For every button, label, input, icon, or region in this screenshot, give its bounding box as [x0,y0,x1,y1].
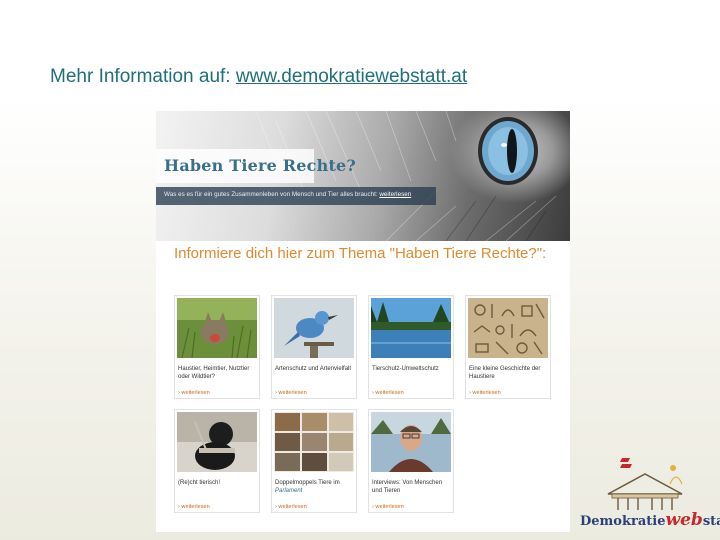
dog-image [177,412,257,472]
tile-read-more[interactable]: › weiterlesen [372,390,404,396]
website-screenshot: Haben Tiere Rechte? Was es es für ein gu… [156,111,570,532]
topic-grid: Haustier, Heimtier, Nutztier oder Wildti… [174,295,558,525]
hero-info-text: Was es es für ein gutes Zusammenleben vo… [164,191,411,198]
topic-tile-law[interactable]: (Re)cht tierisch! › weiterlesen [174,409,260,513]
cat-image [177,298,257,358]
man-portrait-image [371,412,451,472]
topic-tile-interviews[interactable]: Interviews: Von Menschen und Tieren › we… [368,409,454,513]
tile-caption-text: Doppelmoppels Tiere im [275,480,340,486]
bird-image [274,298,354,358]
tile-read-more[interactable]: › weiterlesen [178,390,210,396]
tile-caption: Doppelmoppels Tiere im Parlament [275,480,355,495]
tile-caption: Eine kleine Geschichte der Haustiere [469,366,541,380]
tile-read-more[interactable]: › weiterlesen [275,504,307,510]
topic-tile-history[interactable]: Eine kleine Geschichte der Haustiere › w… [465,295,551,399]
parliament-statues-image [274,412,354,472]
tile-caption: (Re)cht tierisch! [178,480,221,486]
tile-caption: Artenschutz und Artenvielfalt [275,366,352,372]
tile-caption: Tierschutz-Umweltschutz [372,366,439,372]
tile-caption: Interviews: Von Menschen und Tieren [372,480,443,494]
hero-read-more-link[interactable]: weiterlesen [379,191,411,198]
tile-read-more[interactable]: › weiterlesen [469,390,501,396]
topic-tile-parliament[interactable]: Doppelmoppels Tiere im Parlament › weite… [271,409,357,513]
logo-part-1: Demokratie [580,514,666,529]
lake-image [371,298,451,358]
topic-tile-pets[interactable]: Haustier, Heimtier, Nutztier oder Wildti… [174,295,260,399]
logo-part-2: web [665,510,703,530]
tile-caption: Haustier, Heimtier, Nutztier oder Wildti… [178,366,250,380]
headline-prefix: Mehr Information auf: [50,66,236,87]
hieroglyph-image [468,298,548,358]
tile-read-more[interactable]: › weiterlesen [372,504,404,510]
logo-wordmark: Demokratiewebstatt [580,510,720,530]
hero-info-label: Was es es für ein gutes Zusammenleben vo… [164,191,378,198]
tile-read-more[interactable]: › weiterlesen [178,504,210,510]
headline: Mehr Information auf: www.demokratiewebs… [50,66,467,88]
topic-tile-environment[interactable]: Tierschutz-Umweltschutz › weiterlesen [368,295,454,399]
logo-part-3: statt [702,514,720,529]
tile-caption-italic: Parlament [275,487,303,494]
intro-heading: Informiere dich hier zum Thema "Haben Ti… [174,245,547,262]
topic-tile-species[interactable]: Artenschutz und Artenvielfalt › weiterle… [271,295,357,399]
website-link[interactable]: www.demokratiewebstatt.at [236,66,467,87]
page-title: Haben Tiere Rechte? [164,156,356,175]
tile-read-more[interactable]: › weiterlesen [275,390,307,396]
